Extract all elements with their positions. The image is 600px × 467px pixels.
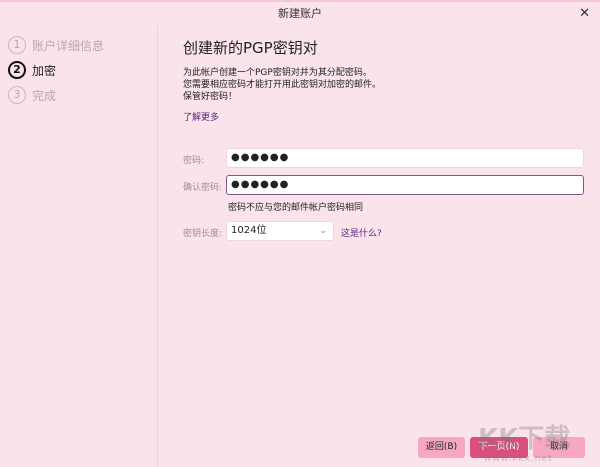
password-label: 密码:: [183, 156, 205, 166]
key-length-select[interactable]: 1024位 ⌄: [226, 221, 334, 241]
title-bar: 新建账户 ✕: [0, 0, 600, 26]
close-icon[interactable]: ✕: [579, 2, 590, 26]
next-button[interactable]: 下一页(N): [470, 437, 528, 458]
page-title: 创建新的PGP密钥对: [183, 39, 318, 57]
step-account-details: 1 账户详细信息: [8, 36, 104, 54]
cancel-button[interactable]: 取消: [533, 437, 585, 458]
steps-sidebar: 1 账户详细信息 2 加密 3 完成: [0, 26, 158, 467]
description-line: 您需要相应密码才能打开用此密钥对加密的邮件。: [183, 80, 382, 90]
description-line: 保管好密码！: [183, 92, 238, 102]
step-label: 完成: [32, 88, 57, 103]
description-line: 为此帐户创建一个PGP密钥对并为其分配密码。: [183, 68, 372, 78]
password-hint: 密码不应与您的邮件帐户密码相同: [228, 203, 364, 213]
step-label: 账户详细信息: [32, 38, 105, 53]
back-button[interactable]: 返回(B): [418, 437, 465, 458]
learn-more-link[interactable]: 了解更多: [183, 112, 381, 124]
step-number: 2: [8, 61, 26, 79]
step-number: 3: [8, 86, 26, 104]
password-input[interactable]: ●●●●●●: [226, 148, 584, 168]
window-title: 新建账户: [278, 7, 322, 20]
step-number: 1: [8, 36, 26, 54]
key-length-label: 密钥长度:: [183, 229, 223, 239]
step-label: 加密: [32, 63, 57, 78]
confirm-password-input[interactable]: ●●●●●●: [226, 175, 584, 195]
key-length-value: 1024位: [231, 225, 267, 236]
step-finish: 3 完成: [8, 86, 56, 104]
step-encryption: 2 加密: [8, 61, 56, 79]
description: 为此帐户创建一个PGP密钥对并为其分配密码。 您需要相应密码才能打开用此密钥对加…: [183, 67, 381, 124]
what-is-this-link[interactable]: 这是什么?: [341, 226, 382, 239]
chevron-down-icon: ⌄: [319, 226, 327, 236]
confirm-password-label: 确认密码:: [183, 183, 223, 193]
